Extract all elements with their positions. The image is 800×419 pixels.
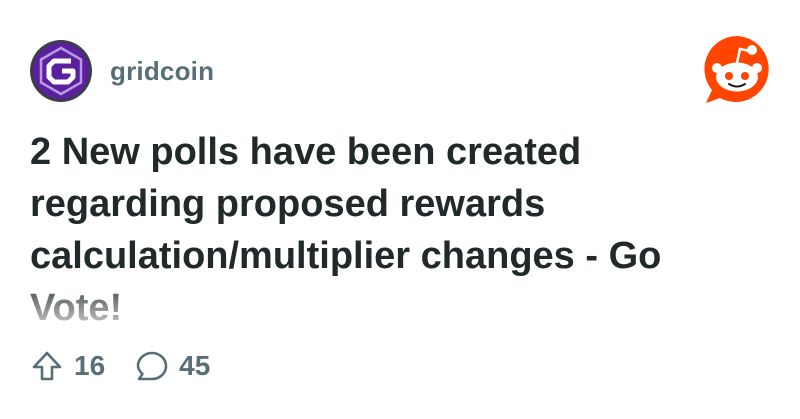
reddit-snoo-logo-icon [704, 36, 769, 103]
community-name[interactable]: gridcoin [110, 56, 214, 87]
comment-bubble-icon[interactable] [135, 349, 169, 383]
post-header: gridcoin [30, 40, 214, 102]
comment-stat[interactable]: 45 [135, 349, 210, 383]
post-title[interactable]: 2 New polls have been created regarding … [30, 126, 750, 334]
comment-count: 45 [179, 350, 211, 381]
gridcoin-logo-icon[interactable] [30, 40, 92, 102]
upvote-count: 16 [74, 350, 106, 381]
upvote-arrow-icon[interactable] [30, 349, 64, 383]
post-stats: 16 45 [30, 344, 210, 388]
upvote-stat[interactable]: 16 [30, 349, 105, 383]
